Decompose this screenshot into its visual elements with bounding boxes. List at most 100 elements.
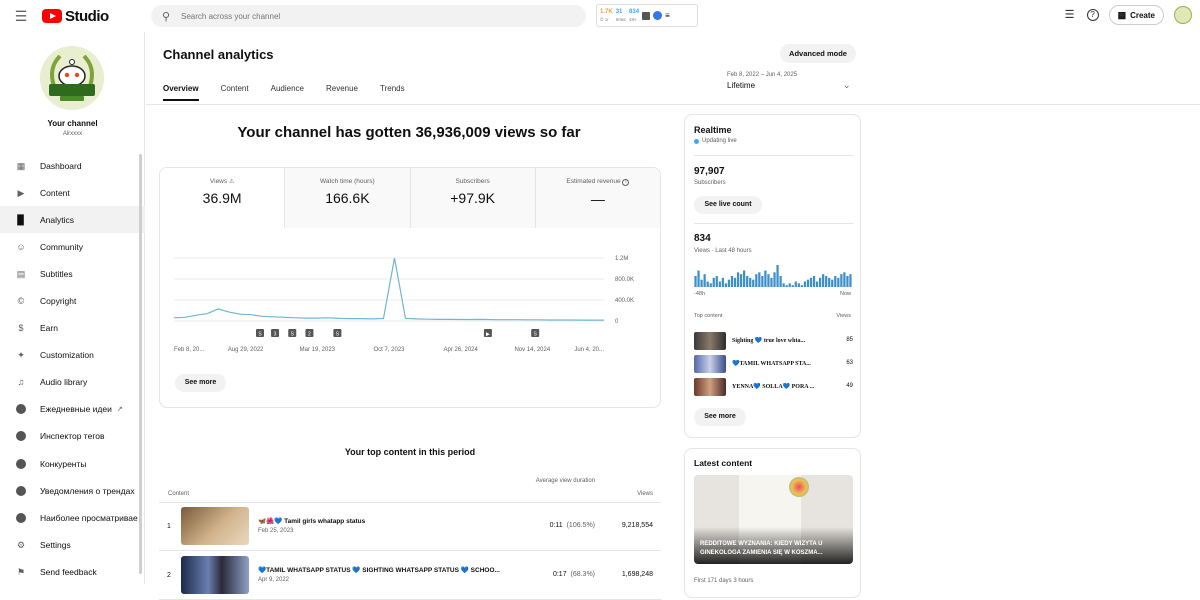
list-item[interactable]: 💙TAMIL WHATSAPP STA... 63 <box>694 355 853 373</box>
search-input[interactable] <box>181 11 561 21</box>
ext-menu-icon[interactable]: ≡ <box>665 11 670 20</box>
sidebar-item-settings[interactable]: ⚙ Settings <box>0 531 145 558</box>
community-icon: ☺ <box>16 241 26 252</box>
help-icon[interactable]: ? <box>1086 9 1099 21</box>
sidebar-item-feedback[interactable]: ⚑ Send feedback <box>0 558 145 585</box>
video-date: Apr 9, 2022 <box>258 577 290 583</box>
video-title[interactable]: 🦋🌺💙 Tamil girls whatapp status <box>258 517 528 525</box>
realtime-bar <box>709 283 712 287</box>
advanced-mode-button[interactable]: Advanced mode <box>780 44 856 63</box>
realtime-bar <box>779 276 782 287</box>
realtime-bar <box>743 270 746 287</box>
realtime-bar-chart[interactable] <box>694 265 852 287</box>
create-button[interactable]: ▩ Create <box>1108 5 1164 25</box>
tab-revenue[interactable]: Revenue <box>326 84 358 101</box>
video-thumbnail[interactable] <box>181 507 249 545</box>
sidebar-item-label: Конкуренты <box>40 458 87 469</box>
sidebar-item-daily-ideas[interactable]: Ежедневные идеи ↗ <box>0 396 145 423</box>
sidebar-item-analytics[interactable]: ▉ Analytics <box>0 206 145 234</box>
sidebar-item-label: Dashboard <box>40 160 82 171</box>
metric-revenue[interactable]: Estimated revenue i — <box>535 168 660 228</box>
sidebar-item-copyright[interactable]: © Copyright <box>0 287 145 314</box>
list-item[interactable]: YENNA💙 SOLLA💙 PORA ... 49 <box>694 378 853 396</box>
sidebar-item-subtitles[interactable]: ▤ Subtitles <box>0 260 145 287</box>
logo-text: Studio <box>65 7 109 25</box>
sidebar-item-most-viewed[interactable]: Наиболее просматриваем <box>0 504 145 531</box>
sidebar-item-tag-inspector[interactable]: Инспектор тегов <box>0 423 145 450</box>
video-title[interactable]: 💙TAMIL WHATSAPP STATUS 💙 SIGHTING WHATSA… <box>258 566 528 574</box>
sidebar-item-trend-alerts[interactable]: Уведомления о трендах <box>0 477 145 504</box>
sidebar-item-customization[interactable]: ✦ Customization <box>0 342 145 369</box>
realtime-bar <box>706 281 709 287</box>
latest-video-thumbnail[interactable]: REDDITOWE WYZNANIA: KIEDY WIZYTA U GINEK… <box>694 475 853 564</box>
tab-overview[interactable]: Overview <box>163 84 199 101</box>
views-col-label: Views <box>836 313 851 319</box>
earn-icon: $ <box>18 323 24 334</box>
studio-logo[interactable]: Studio <box>42 6 109 26</box>
chart-see-more-button[interactable]: See more <box>175 374 226 392</box>
tab-audience[interactable]: Audience <box>271 84 304 101</box>
video-thumbnail <box>694 355 726 373</box>
date-range-selector[interactable]: Feb 8, 2022 – Jun 4, 2025 Lifetime ⌄ <box>727 72 857 90</box>
duration-value: 0:17 <box>552 571 567 578</box>
realtime-bar <box>746 276 749 287</box>
top-content-label: Top content <box>694 313 723 319</box>
ext-stat-c: 834 48ч <box>629 9 639 23</box>
extension-icon <box>16 485 26 496</box>
realtime-bar <box>785 285 788 287</box>
ext-stat-a: 1.7K ⏱ 1г <box>600 9 613 23</box>
col-views: Views <box>637 491 653 497</box>
sidebar-item-label: Copyright <box>40 296 77 307</box>
y-tick-label: 0 <box>615 319 619 325</box>
sidebar-item-earn[interactable]: $ Earn <box>0 315 145 342</box>
ext-square-icon[interactable] <box>642 11 651 20</box>
search-box[interactable]: ⚲ <box>151 5 586 27</box>
x-tick-label: Aug 29, 2022 <box>228 347 264 353</box>
metric-label: Estimated revenue i <box>536 178 660 186</box>
top-content-title: Your top content in this period <box>344 447 476 457</box>
realtime-bar <box>776 265 779 287</box>
channel-avatar[interactable] <box>40 46 104 110</box>
list-item[interactable]: Sighting 💙 true love whta... 85 <box>694 332 853 350</box>
menu-icon[interactable]: ☰ <box>12 8 30 24</box>
duration-value: 0:11 <box>549 522 563 529</box>
sidebar-item-community[interactable]: ☺ Community <box>0 233 145 260</box>
metric-subscribers[interactable]: Subscribers +97.9K <box>410 168 536 228</box>
realtime-bar <box>837 277 840 287</box>
metric-watch-time[interactable]: Watch time (hours) 166.6K <box>285 168 411 228</box>
metric-views[interactable]: Views ⚠ 36.9M <box>160 168 286 228</box>
subs-label: Subscribers <box>694 180 726 186</box>
sidebar-item-competitors[interactable]: Конкуренты <box>0 450 145 477</box>
table-row[interactable]: 1 🦋🌺💙 Tamil girls whatapp status Feb 25,… <box>159 503 661 551</box>
tab-content[interactable]: Content <box>221 84 249 101</box>
col-duration: Average view duration <box>535 478 595 484</box>
account-avatar[interactable] <box>1174 6 1192 24</box>
see-live-count-button[interactable]: See live count <box>694 196 762 214</box>
table-row[interactable]: 2 💙TAMIL WHATSAPP STATUS 💙 SIGHTING WHAT… <box>159 552 661 600</box>
realtime-see-more-button[interactable]: See more <box>694 408 746 426</box>
realtime-bar <box>718 281 721 287</box>
sidebar-item-dashboard[interactable]: ▦ Dashboard <box>0 152 145 179</box>
views-line-chart[interactable]: 1.2M800.0K400.0K0S 3 S 2 S ▶ SFeb 8, 20... Aug … <box>174 243 634 358</box>
views-series-line[interactable] <box>174 257 604 321</box>
ext-blue-icon[interactable] <box>653 11 663 20</box>
realtime-status: Updating live <box>694 138 737 144</box>
row-rank: 1 <box>167 523 171 530</box>
axis-end: Now <box>839 291 851 297</box>
search-icon: ⚲ <box>161 10 171 23</box>
tab-trends[interactable]: Trends <box>380 84 405 101</box>
realtime-bar <box>788 283 791 287</box>
sidebar-item-content[interactable]: ▶ Content <box>0 179 145 206</box>
sidebar-scrollbar[interactable] <box>139 154 142 574</box>
extension-widget[interactable]: 1.7K ⏱ 1г 31 60мс 834 48ч ≡ <box>596 4 698 27</box>
metric-label: Watch time (hours) <box>320 178 375 185</box>
chart-event-marker-label: 3 <box>274 332 277 338</box>
x-tick-label: Oct 7, 2023 <box>373 347 405 353</box>
video-thumbnail <box>694 332 726 350</box>
x-tick-label: Jun 4, 20... <box>574 347 604 353</box>
sidebar-item-audio-library[interactable]: ♫ Audio library <box>0 369 145 396</box>
item-title: YENNA💙 SOLLA💙 PORA ... <box>732 384 815 390</box>
notifications-icon[interactable]: ☰ <box>1063 8 1077 22</box>
video-thumbnail[interactable] <box>181 556 249 594</box>
warning-icon: ⚠ <box>228 179 235 185</box>
